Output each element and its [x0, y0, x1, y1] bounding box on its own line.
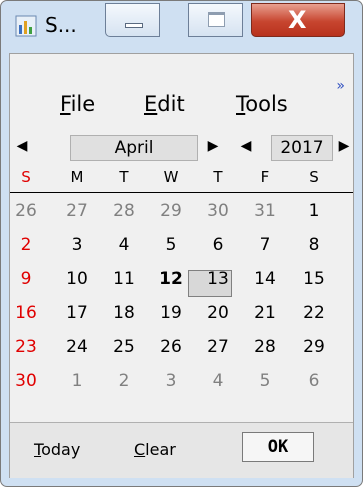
day-cell[interactable]: 1 — [290, 200, 338, 222]
day-cell[interactable]: 15 — [290, 268, 338, 290]
ok-button[interactable]: OK — [242, 432, 314, 462]
day-cell[interactable]: 28 — [241, 336, 289, 358]
day-cell[interactable]: 17 — [53, 302, 101, 324]
day-cell[interactable]: 30 — [194, 200, 242, 222]
calendar-panel: File Edit Tools » ◀ April ▶ ◀ 2017 ▶ SMT… — [9, 53, 354, 478]
menu-overflow-chevron-icon[interactable]: » — [336, 78, 345, 94]
day-cell[interactable]: 6 — [194, 234, 242, 256]
menu-tools-rest: ools — [245, 92, 288, 116]
weekday-label: S — [309, 168, 319, 186]
day-cell[interactable]: 29 — [290, 336, 338, 358]
day-cell[interactable]: 27 — [194, 336, 242, 358]
clear-button[interactable]: Clear — [134, 440, 176, 459]
weekday-label: F — [260, 168, 270, 186]
window-title: S... — [45, 13, 77, 37]
calendar-window: S... X File Edit Tools » ◀ April ▶ ◀ 201… — [0, 0, 363, 487]
day-cell[interactable]: 10 — [53, 268, 101, 290]
day-cell[interactable]: 16 — [2, 302, 50, 324]
day-cell[interactable]: 19 — [147, 302, 195, 324]
day-cell[interactable]: 20 — [194, 302, 242, 324]
menu-file[interactable]: File — [60, 92, 95, 116]
weekday-label: W — [163, 168, 179, 186]
day-cell[interactable]: 7 — [241, 234, 289, 256]
day-cell[interactable]: 18 — [100, 302, 148, 324]
menu-file-mnemonic: F — [60, 92, 71, 116]
day-cell[interactable]: 25 — [100, 336, 148, 358]
today-button[interactable]: Today — [34, 440, 80, 459]
day-cell[interactable]: 28 — [100, 200, 148, 222]
day-cell[interactable]: 22 — [290, 302, 338, 324]
day-cell[interactable]: 29 — [147, 200, 195, 222]
next-year-button[interactable]: ▶ — [334, 138, 354, 154]
day-cell[interactable]: 11 — [100, 268, 148, 290]
menu-file-rest: ile — [70, 92, 96, 116]
day-cell[interactable]: 27 — [53, 200, 101, 222]
maximize-button[interactable] — [188, 3, 243, 37]
weekday-label: M — [70, 168, 84, 186]
today-mnemonic: T — [34, 440, 42, 459]
menu-edit[interactable]: Edit — [144, 92, 185, 116]
day-cell[interactable]: 26 — [147, 336, 195, 358]
close-button[interactable]: X — [251, 3, 345, 37]
day-cell[interactable]: 5 — [147, 234, 195, 256]
clear-mnemonic: C — [134, 440, 146, 459]
day-cell[interactable]: 24 — [53, 336, 101, 358]
maximize-icon — [208, 12, 225, 27]
day-cell[interactable]: 21 — [241, 302, 289, 324]
day-cell[interactable]: 2 — [2, 234, 50, 256]
clear-rest: lear — [145, 440, 176, 459]
day-cell[interactable]: 9 — [2, 268, 50, 290]
day-cell[interactable]: 23 — [2, 336, 50, 358]
title-bar[interactable]: S... X — [1, 1, 362, 53]
weekday-label: T — [213, 168, 223, 186]
day-cell[interactable]: 8 — [290, 234, 338, 256]
menu-tools[interactable]: Tools — [236, 92, 288, 116]
weekday-label: T — [119, 168, 129, 186]
day-cell[interactable]: 4 — [194, 370, 242, 392]
close-icon: X — [288, 6, 307, 34]
minimize-button[interactable] — [105, 3, 160, 37]
day-cell[interactable]: 13 — [194, 268, 242, 290]
day-cell[interactable]: 12 — [147, 268, 195, 290]
prev-month-button[interactable]: ◀ — [12, 138, 32, 154]
menu-edit-mnemonic: E — [144, 92, 158, 116]
day-cell[interactable]: 30 — [2, 370, 50, 392]
weekday-label: S — [21, 168, 31, 186]
day-cell[interactable]: 6 — [290, 370, 338, 392]
month-field[interactable]: April — [70, 135, 198, 161]
chart-app-icon — [15, 15, 37, 37]
today-rest: oday — [41, 440, 81, 459]
menu-tools-mnemonic: T — [236, 92, 246, 116]
day-cell[interactable]: 26 — [2, 200, 50, 222]
day-cell[interactable]: 5 — [241, 370, 289, 392]
day-cell[interactable]: 31 — [241, 200, 289, 222]
day-cell[interactable]: 3 — [53, 234, 101, 256]
day-cell[interactable]: 2 — [100, 370, 148, 392]
year-field[interactable]: 2017 — [271, 135, 333, 161]
weekday-divider — [10, 192, 353, 193]
next-month-button[interactable]: ▶ — [203, 138, 223, 154]
menu-edit-rest: dit — [157, 92, 185, 116]
day-cell[interactable]: 4 — [100, 234, 148, 256]
minimize-icon — [125, 23, 143, 28]
day-cell[interactable]: 1 — [53, 370, 101, 392]
day-cell[interactable]: 3 — [147, 370, 195, 392]
day-cell[interactable]: 14 — [241, 268, 289, 290]
prev-year-button[interactable]: ◀ — [236, 138, 256, 154]
